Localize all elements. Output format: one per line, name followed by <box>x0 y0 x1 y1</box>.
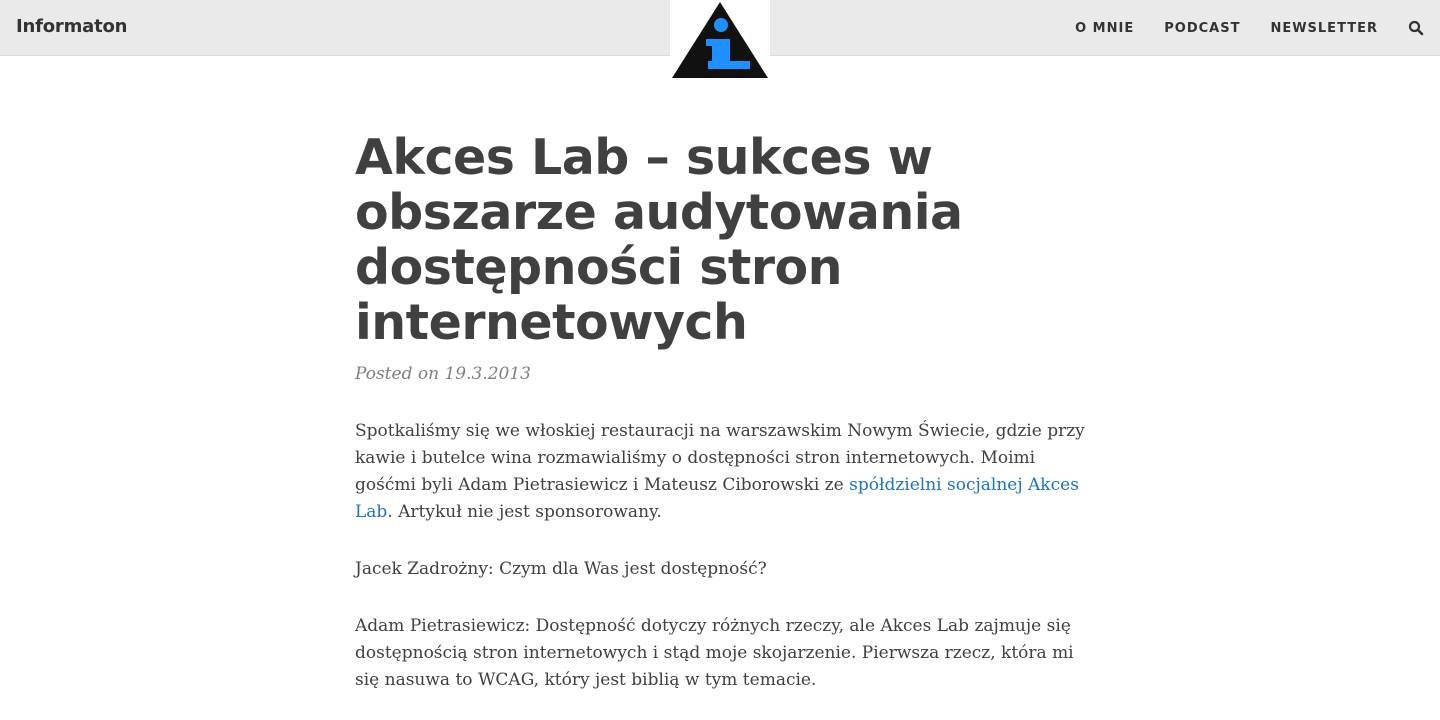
paragraph-intro-end: . Artykuł nie jest sponsorowany. <box>387 502 662 522</box>
article-date: Posted on 19.3.2013 <box>355 364 531 384</box>
site-brand[interactable]: Informaton <box>16 16 127 37</box>
paragraph-question: Jacek Zadrożny: Czym dla Was jest dostęp… <box>355 559 767 579</box>
site-logo[interactable] <box>670 0 770 80</box>
nav-item-newsletter[interactable]: NEWSLETTER <box>1270 21 1378 36</box>
info-triangle-icon <box>672 2 768 78</box>
search-icon[interactable] <box>1408 20 1424 36</box>
paragraph-answer: Adam Pietrasiewicz: Dostępność dotyczy r… <box>355 616 1074 690</box>
site-header: Informaton O MNIE PODCAST NEWSLETTER <box>0 0 1440 80</box>
article-title: Akces Lab – sukces w obszarze audytowani… <box>355 129 963 351</box>
article: Akces Lab – sukces w obszarze audytowani… <box>355 130 1085 694</box>
main-nav: O MNIE PODCAST NEWSLETTER <box>1045 0 1424 56</box>
nav-item-o-mnie[interactable]: O MNIE <box>1075 21 1134 36</box>
article-content: Spotkaliśmy się we włoskiej restauracji … <box>355 418 1085 694</box>
paragraph-intro: Spotkaliśmy się we włoskiej restauracji … <box>355 418 1085 526</box>
nav-item-podcast[interactable]: PODCAST <box>1164 21 1240 36</box>
